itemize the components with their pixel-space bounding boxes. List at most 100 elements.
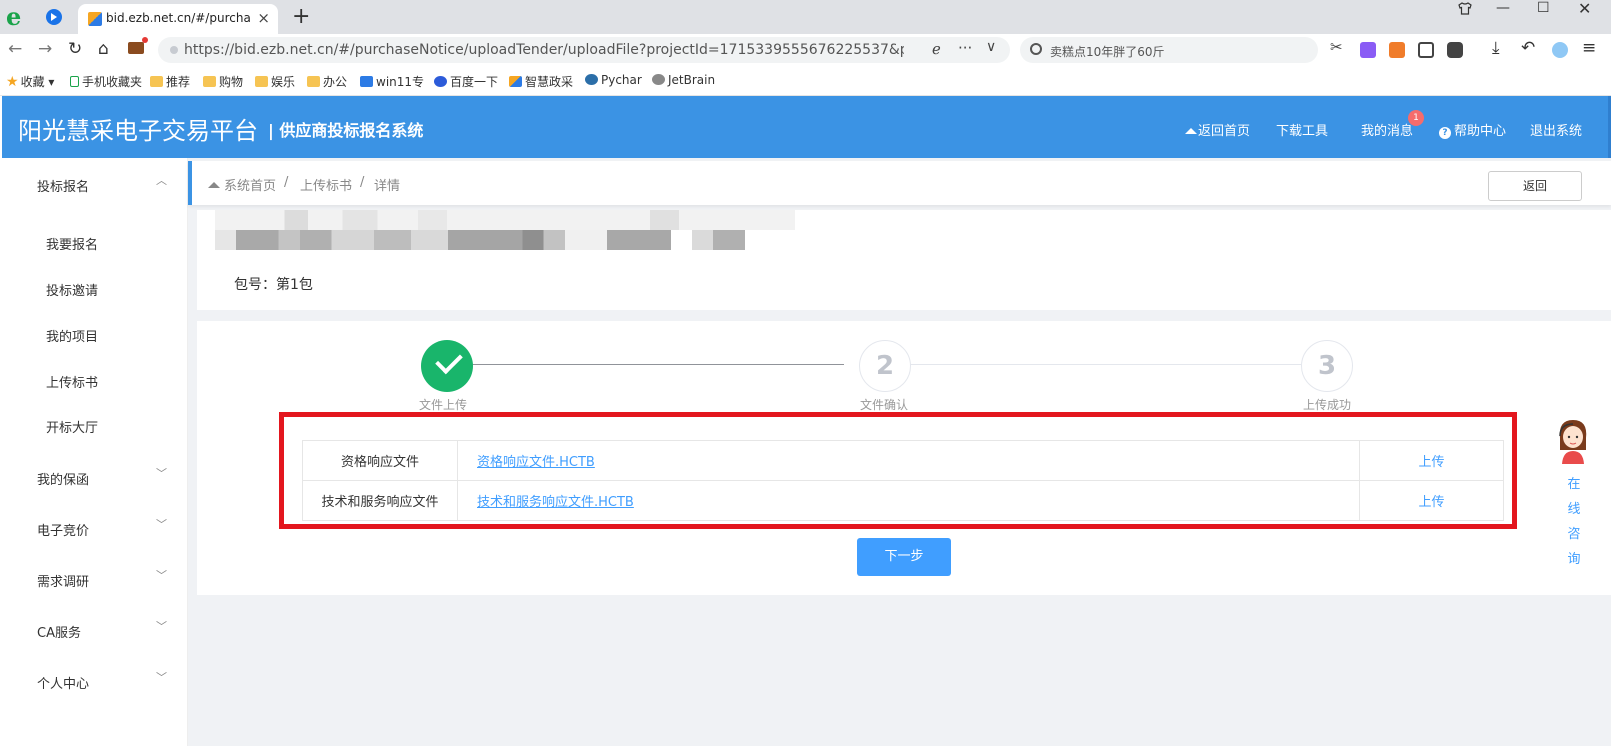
customer-service-avatar-icon[interactable] xyxy=(1554,416,1592,464)
system-subtitle: | 供应商投标报名系统 xyxy=(268,121,424,140)
more-icon[interactable]: ··· xyxy=(958,39,972,57)
sidebar-item-upload-tender[interactable]: 上传标书 xyxy=(46,372,98,391)
new-tab-icon[interactable]: + xyxy=(292,4,310,29)
back-button[interactable]: 返回 xyxy=(1488,171,1582,201)
reader-icon[interactable] xyxy=(1418,42,1434,58)
chevron-up-icon[interactable]: ︿ xyxy=(156,172,167,188)
message-count-badge: 1 xyxy=(1408,110,1424,126)
forward-arrow-icon[interactable]: → xyxy=(38,39,52,59)
folder-icon xyxy=(203,76,216,87)
nav-home[interactable]: 返回首页 xyxy=(1185,120,1250,139)
extensions-icon[interactable] xyxy=(1447,42,1463,58)
menu-icon[interactable]: ≡ xyxy=(1582,38,1596,58)
game-icon[interactable] xyxy=(1389,42,1405,58)
close-window-icon[interactable]: ✕ xyxy=(1578,0,1591,18)
step-3-circle: 3 xyxy=(1301,340,1353,392)
redacted-project-code xyxy=(215,230,745,250)
wordpress-icon xyxy=(585,74,598,85)
step-2-circle: 2 xyxy=(859,340,911,392)
baidu-paw-icon xyxy=(434,76,447,87)
breadcrumb: 系统首页 / 上传标书 / 详情 xyxy=(188,161,1611,205)
help-icon: ? xyxy=(1439,127,1451,139)
bookmark-recommend[interactable]: 推荐 xyxy=(150,73,190,90)
folder-icon xyxy=(150,76,163,87)
home-icon[interactable]: ⌂ xyxy=(98,39,109,59)
bookmark-favorites[interactable]: ★ 收藏 ▾ xyxy=(6,73,54,90)
edge-icon[interactable] xyxy=(1552,42,1568,58)
bookmark-pycharm[interactable]: Pychar xyxy=(585,73,642,87)
folder-icon xyxy=(255,76,268,87)
tab-close-icon[interactable]: × xyxy=(257,9,270,27)
next-step-button[interactable]: 下一步 xyxy=(857,538,951,576)
online-consult-link[interactable]: 在线咨询 xyxy=(1566,472,1582,572)
sidebar-group-ca-service[interactable]: CA服务 xyxy=(37,622,81,641)
sidebar-group-e-auction[interactable]: 电子竞价 xyxy=(37,520,89,539)
breadcrumb-detail: 详情 xyxy=(374,179,401,194)
browser-tab-active[interactable]: bid.ezb.net.cn/#/purchaseN × xyxy=(78,4,278,34)
chevron-down-icon[interactable]: ﹀ xyxy=(156,516,167,532)
sidebar: 投标报名 ︿ 我要报名 投标邀请 我的项目 上传标书 开标大厅 我的保函 ﹀ 电… xyxy=(2,158,188,746)
nav-logout[interactable]: 退出系统 xyxy=(1530,120,1582,139)
windows-icon xyxy=(360,76,373,87)
browser-toolbar: ← → ↻ ⌂ https://bid.ezb.net.cn/#/purchas… xyxy=(0,34,1611,66)
app-header: 阳光慧采电子交易平台 | 供应商投标报名系统 返回首页 下载工具 我的消息 1 … xyxy=(2,96,1611,158)
step-1-check-icon xyxy=(421,340,473,392)
maximize-icon[interactable]: ☐ xyxy=(1537,0,1550,16)
pinned-tab-icon[interactable] xyxy=(46,9,62,25)
step-1-label: 文件上传 xyxy=(419,398,468,412)
site-favicon-icon xyxy=(88,12,102,26)
bookmark-jetbrains[interactable]: JetBrain xyxy=(652,73,715,87)
chevron-down-icon[interactable]: ﹀ xyxy=(156,618,167,634)
bookmark-mobile[interactable]: 手机收藏夹 xyxy=(70,73,142,90)
bookmark-office[interactable]: 办公 xyxy=(307,73,347,90)
redacted-project-name xyxy=(215,210,795,230)
bookmarks-bar: ★ 收藏 ▾ 手机收藏夹 推荐 购物 娱乐 办公 win11专 百度一下 智慧政采… xyxy=(0,66,1611,96)
sidebar-item-invitation[interactable]: 投标邀请 xyxy=(46,280,98,299)
sidebar-item-bid-opening-hall[interactable]: 开标大厅 xyxy=(46,417,98,436)
sidebar-item-my-projects[interactable]: 我的项目 xyxy=(46,326,98,345)
star-icon: ★ xyxy=(6,74,19,90)
reload-icon[interactable]: ↻ xyxy=(68,39,82,59)
scissors-icon[interactable]: ✂ xyxy=(1330,38,1346,56)
chevron-down-icon[interactable]: ﹀ xyxy=(156,669,167,685)
sidebar-group-personal-center[interactable]: 个人中心 xyxy=(37,673,89,692)
sidebar-group-demand-survey[interactable]: 需求调研 xyxy=(37,571,89,590)
breadcrumb-home[interactable]: 系统首页 xyxy=(208,175,276,194)
url-text[interactable]: https://bid.ezb.net.cn/#/purchaseNotice/… xyxy=(184,42,904,58)
sidebar-group-guarantee[interactable]: 我的保函 xyxy=(37,469,89,488)
lock-icon xyxy=(170,46,178,54)
nav-help-center[interactable]: ? 帮助中心 xyxy=(1439,120,1506,139)
nav-download-tools[interactable]: 下载工具 xyxy=(1276,120,1328,139)
chevron-down-icon[interactable]: ﹀ xyxy=(156,465,167,481)
bookmark-shopping[interactable]: 购物 xyxy=(203,73,243,90)
bookmark-win11[interactable]: win11专 xyxy=(360,73,424,90)
bookmark-gov-purchase[interactable]: 智慧政采 xyxy=(509,73,573,90)
step-connector xyxy=(909,364,1301,365)
brand-title: 阳光慧采电子交易平台 xyxy=(18,117,258,145)
ie-mode-icon[interactable]: ℯ xyxy=(932,40,941,58)
briefcase-icon[interactable] xyxy=(128,37,148,54)
shirt-skin-icon[interactable] xyxy=(1458,2,1472,19)
minimize-icon[interactable]: — xyxy=(1496,0,1510,16)
chevron-down-icon[interactable]: ﹀ xyxy=(156,567,167,583)
breadcrumb-separator: / xyxy=(284,175,289,190)
search-input[interactable]: 卖糕点10年胖了60斤 xyxy=(1050,43,1165,60)
translate-icon[interactable] xyxy=(1360,42,1376,58)
undo-icon[interactable]: ↶ xyxy=(1521,38,1535,58)
browser-logo-icon[interactable]: e xyxy=(6,5,30,29)
bookmark-baidu[interactable]: 百度一下 xyxy=(434,73,498,90)
sidebar-group-bidding[interactable]: 投标报名 xyxy=(37,176,89,195)
back-arrow-icon[interactable]: ← xyxy=(8,39,22,59)
search-box[interactable]: 卖糕点10年胖了60斤 xyxy=(1020,37,1318,63)
sidebar-item-register[interactable]: 我要报名 xyxy=(46,234,98,253)
breadcrumb-upload-tender[interactable]: 上传标书 xyxy=(300,175,352,194)
address-bar[interactable]: https://bid.ezb.net.cn/#/purchaseNotice/… xyxy=(158,37,1010,63)
project-info-card: 包号：第1包 xyxy=(197,210,1611,310)
browser-tab-bar: e bid.ezb.net.cn/#/purchaseN × + — ☐ ✕ xyxy=(0,0,1611,34)
nav-my-messages[interactable]: 我的消息 xyxy=(1361,120,1413,139)
bookmark-entertainment[interactable]: 娱乐 xyxy=(255,73,295,90)
chevron-down-icon[interactable]: ∨ xyxy=(986,39,996,55)
step-connector xyxy=(460,364,844,365)
search-icon xyxy=(1030,43,1042,55)
download-icon[interactable]: ⤓ xyxy=(1492,38,1500,58)
